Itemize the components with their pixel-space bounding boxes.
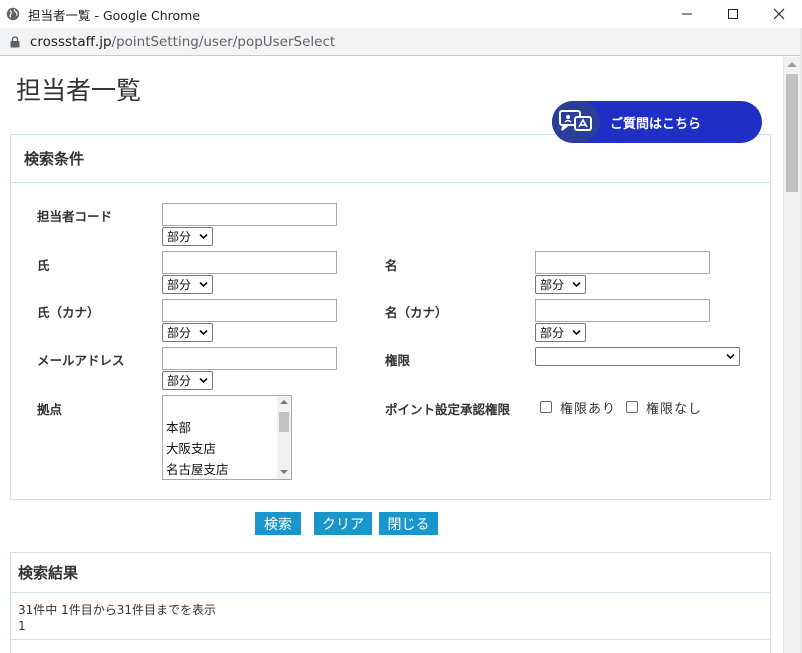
search-panel: 検索条件 担当者コード 部分 氏 部分 名 部分 氏（カナ） 部分 名（カナ）: [10, 134, 771, 500]
minimize-button[interactable]: [664, 0, 710, 28]
email-match-select[interactable]: 部分: [162, 371, 213, 390]
scroll-up-icon[interactable]: [280, 400, 288, 404]
role-label: 権限: [385, 353, 411, 368]
chevron-down-icon: [726, 353, 735, 360]
results-page-number[interactable]: 1: [18, 619, 26, 633]
page-scroll-thumb[interactable]: [786, 74, 798, 192]
code-input[interactable]: [162, 203, 337, 226]
mei-match-value: 部分: [540, 278, 565, 292]
base-label: 拠点: [37, 402, 63, 417]
maximize-icon: [728, 9, 738, 19]
minimize-icon: [682, 13, 692, 15]
base-option[interactable]: 本部: [163, 417, 291, 438]
email-label: メールアドレス: [37, 353, 125, 368]
sei-kana-match-select[interactable]: 部分: [162, 323, 213, 342]
base-listbox[interactable]: 本部 大阪支店 名古屋支店: [162, 395, 292, 480]
url-text: crossstaff.jp/pointSetting/user/popUserS…: [30, 34, 335, 50]
sei-kana-label: 氏（カナ）: [37, 305, 100, 320]
window-titlebar: 担当者一覧 - Google Chrome: [0, 0, 802, 28]
url-host: crossstaff.jp: [30, 33, 112, 50]
mei-kana-label: 名（カナ）: [385, 305, 448, 320]
help-button-label: ご質問はこちら: [610, 117, 702, 132]
email-input[interactable]: [162, 347, 337, 370]
code-match-select[interactable]: 部分: [162, 227, 213, 246]
sei-kana-input[interactable]: [162, 299, 337, 322]
email-match-value: 部分: [167, 374, 192, 388]
sei-input[interactable]: [162, 251, 337, 274]
chevron-down-icon: [199, 233, 208, 240]
listbox-scroll-thumb[interactable]: [279, 412, 289, 432]
chevron-down-icon: [199, 329, 208, 336]
results-summary: 31件中 1件目から31件目までを表示: [18, 603, 216, 617]
chevron-down-icon: [199, 281, 208, 288]
point-approval-label: ポイント設定承認権限: [385, 402, 511, 417]
sei-match-value: 部分: [167, 278, 192, 292]
chevron-down-icon: [199, 377, 208, 384]
help-button[interactable]: ご質問はこちら: [552, 101, 762, 143]
scroll-down-icon[interactable]: [280, 470, 288, 474]
chevron-down-icon: [572, 329, 581, 336]
clear-button[interactable]: クリア: [314, 512, 372, 535]
role-select[interactable]: [535, 347, 740, 366]
mei-input[interactable]: [535, 251, 710, 274]
approval-yes-checkbox[interactable]: [540, 401, 552, 413]
chat-bubbles-icon: [559, 110, 592, 131]
close-button[interactable]: 閉じる: [379, 512, 438, 535]
mei-kana-match-select[interactable]: 部分: [535, 323, 586, 342]
mei-kana-match-value: 部分: [540, 326, 565, 340]
search-button[interactable]: 検索: [255, 512, 301, 535]
sei-match-select[interactable]: 部分: [162, 275, 213, 294]
results-divider: [11, 639, 770, 640]
code-match-value: 部分: [167, 230, 192, 244]
address-bar[interactable]: crossstaff.jp/pointSetting/user/popUserS…: [0, 28, 802, 56]
maximize-button[interactable]: [710, 0, 756, 28]
results-panel: 検索結果 31件中 1件目から31件目までを表示 1: [10, 552, 771, 653]
mei-match-select[interactable]: 部分: [535, 275, 586, 294]
page-content: 担当者一覧 検索条件 担当者コード 部分 氏 部分 名 部分 氏（カナ） 部分: [0, 57, 783, 653]
approval-yes-label: 権限あり: [560, 402, 617, 417]
help-circle: [552, 101, 600, 143]
url-path: /pointSetting/user/popUserSelect: [111, 33, 336, 50]
base-option[interactable]: 大阪支店: [163, 438, 291, 459]
approval-no-checkbox[interactable]: [626, 401, 638, 413]
scroll-up-icon[interactable]: [787, 62, 797, 67]
results-panel-heading: 検索結果: [11, 553, 770, 593]
code-label: 担当者コード: [37, 209, 113, 224]
page-title: 担当者一覧: [16, 76, 142, 105]
page-scrollbar[interactable]: [783, 57, 800, 653]
sei-label: 氏: [37, 258, 50, 273]
globe-icon: [6, 7, 20, 21]
base-option[interactable]: [163, 396, 291, 417]
mei-kana-input[interactable]: [535, 299, 710, 322]
chevron-down-icon: [572, 281, 581, 288]
lock-icon: [10, 35, 20, 47]
sei-kana-match-value: 部分: [167, 326, 192, 340]
listbox-scrollbar[interactable]: [277, 396, 291, 479]
mei-label: 名: [385, 258, 398, 273]
window-title: 担当者一覧 - Google Chrome: [28, 7, 201, 23]
close-icon: [773, 8, 785, 20]
close-window-button[interactable]: [756, 0, 802, 28]
approval-no-label: 権限なし: [646, 402, 703, 417]
base-option[interactable]: 名古屋支店: [163, 459, 291, 479]
